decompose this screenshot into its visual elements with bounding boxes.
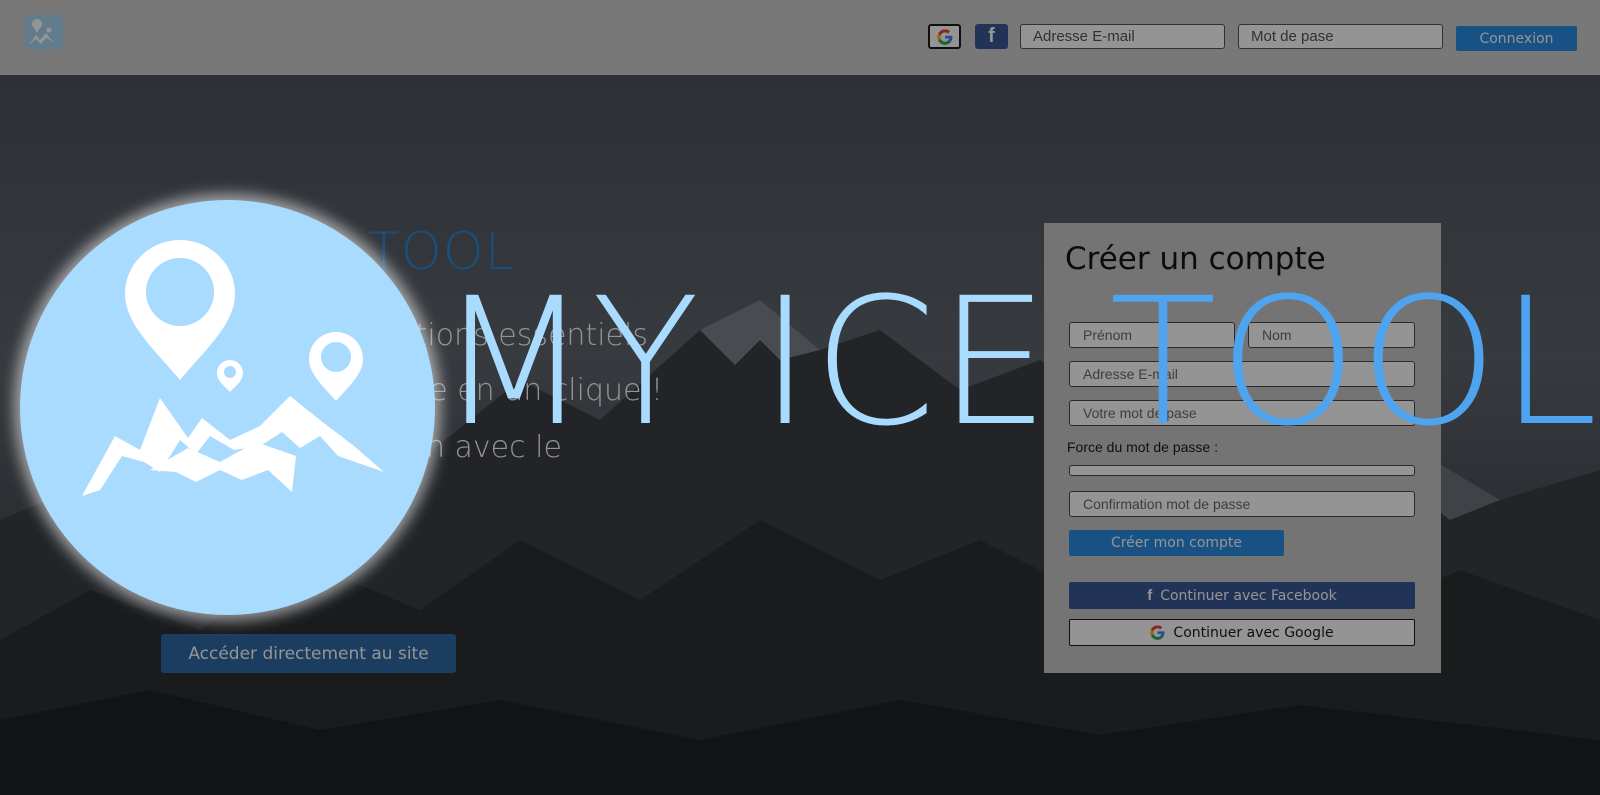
facebook-f-icon: f xyxy=(1147,587,1153,604)
continue-facebook-label: Continuer avec Facebook xyxy=(1160,587,1337,604)
login-button[interactable]: Connexion xyxy=(1456,26,1577,51)
confirm-password-input[interactable]: Confirmation mot de passe xyxy=(1069,491,1415,517)
splash-title-word-2: TOOL xyxy=(1109,260,1600,465)
create-account-button[interactable]: Créer mon compte xyxy=(1069,530,1284,556)
login-email-input[interactable]: Adresse E-mail xyxy=(1020,24,1225,49)
facebook-f-icon: f xyxy=(988,25,995,47)
top-navigation-bar: f Adresse E-mail Mot de pase Connexion xyxy=(0,0,1600,75)
mountain-pins-logo-icon xyxy=(82,240,384,496)
access-site-button[interactable]: Accéder directement au site xyxy=(161,634,456,673)
google-g-icon xyxy=(1150,625,1165,640)
splash-logo xyxy=(20,200,435,615)
splash-title-word-1: MY ICE xyxy=(438,260,1110,465)
facebook-login-button[interactable]: f xyxy=(975,24,1008,49)
google-login-button[interactable] xyxy=(928,24,961,49)
continue-facebook-button[interactable]: f Continuer avec Facebook xyxy=(1069,582,1415,609)
continue-google-button[interactable]: Continuer avec Google xyxy=(1069,619,1415,646)
login-password-input[interactable]: Mot de pase xyxy=(1238,24,1443,49)
google-g-icon xyxy=(936,28,952,45)
login-email-placeholder: Adresse E-mail xyxy=(1033,28,1135,45)
login-password-placeholder: Mot de pase xyxy=(1251,28,1334,45)
app-logo-icon[interactable] xyxy=(24,13,64,59)
page-root: f Adresse E-mail Mot de pase Connexion T… xyxy=(0,0,1600,795)
splash-title: MY ICE TOOL xyxy=(438,275,1600,451)
confirm-password-placeholder: Confirmation mot de passe xyxy=(1083,496,1251,512)
password-strength-meter xyxy=(1069,465,1415,476)
continue-google-label: Continuer avec Google xyxy=(1173,624,1334,641)
